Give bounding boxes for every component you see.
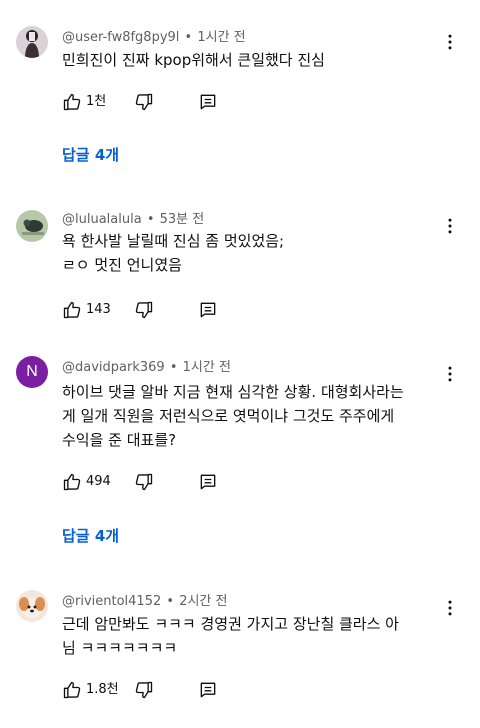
like-count: 1.8천: [86, 682, 119, 697]
reply-icon[interactable]: [198, 678, 218, 702]
comment-meta: @rivientol4152 • 2시간 전: [62, 590, 228, 609]
avatar[interactable]: [16, 590, 48, 622]
comment-thread: @rivientol4152 • 2시간 전 근데 암만봐도 ㅋㅋㅋ 경영권 가…: [0, 0, 480, 728]
dislike-icon[interactable]: [134, 678, 154, 702]
comment-text: 근데 암만봐도 ㅋㅋㅋ 경영권 가지고 장난칠 클라스 아 님 ㅋㅋㅋㅋㅋㅋㅋ: [62, 612, 442, 660]
comment-text-line: 근데 암만봐도 ㅋㅋㅋ 경영권 가지고 장난칠 클라스 아: [62, 615, 399, 633]
comment-time: 2시간 전: [179, 594, 228, 609]
more-vert-icon[interactable]: [440, 594, 460, 622]
meta-separator: •: [166, 594, 175, 609]
comment-author[interactable]: @rivientol4152: [62, 594, 161, 609]
comment-text-line: 님 ㅋㅋㅋㅋㅋㅋㅋ: [62, 639, 178, 657]
like-icon[interactable]: [62, 678, 82, 702]
